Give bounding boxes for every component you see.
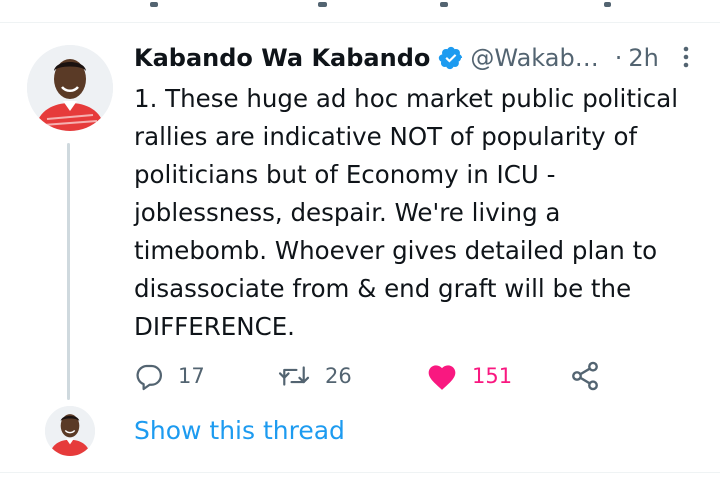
show-this-thread-link[interactable]: Show this thread [134,416,345,445]
tweet-action-bar: 17 26 151 [134,356,694,396]
author-name[interactable]: Kabando Wa Kabando [134,44,430,72]
thread-connector-line [67,143,70,400]
verified-badge-icon [438,45,464,71]
reply-icon [134,361,164,391]
share-button[interactable] [569,356,601,396]
tweet-header: Kabando Wa Kabando @Wakab… · 2h [134,40,694,76]
retweet-icon [277,361,311,391]
more-vertical-icon[interactable] [674,42,698,72]
retweet-button[interactable]: 26 [277,356,352,396]
author-avatar[interactable] [27,45,113,131]
share-icon [569,360,601,392]
divider-top [0,22,720,23]
divider-bottom [0,472,720,473]
like-button[interactable]: 151 [426,356,512,396]
retweet-count: 26 [325,364,352,388]
heart-icon [426,361,458,391]
reply-button[interactable]: 17 [134,356,205,396]
author-handle[interactable]: @Wakab… [470,44,598,72]
reply-count: 17 [178,364,205,388]
like-count: 151 [472,364,513,388]
separator-dot: · [614,44,623,72]
thread-author-avatar[interactable] [45,406,95,456]
tweet-timestamp[interactable]: 2h [628,44,658,72]
tweet-text: 1. These huge ad hoc market public polit… [134,84,679,341]
previous-tweet-actions-clipped [0,0,720,22]
